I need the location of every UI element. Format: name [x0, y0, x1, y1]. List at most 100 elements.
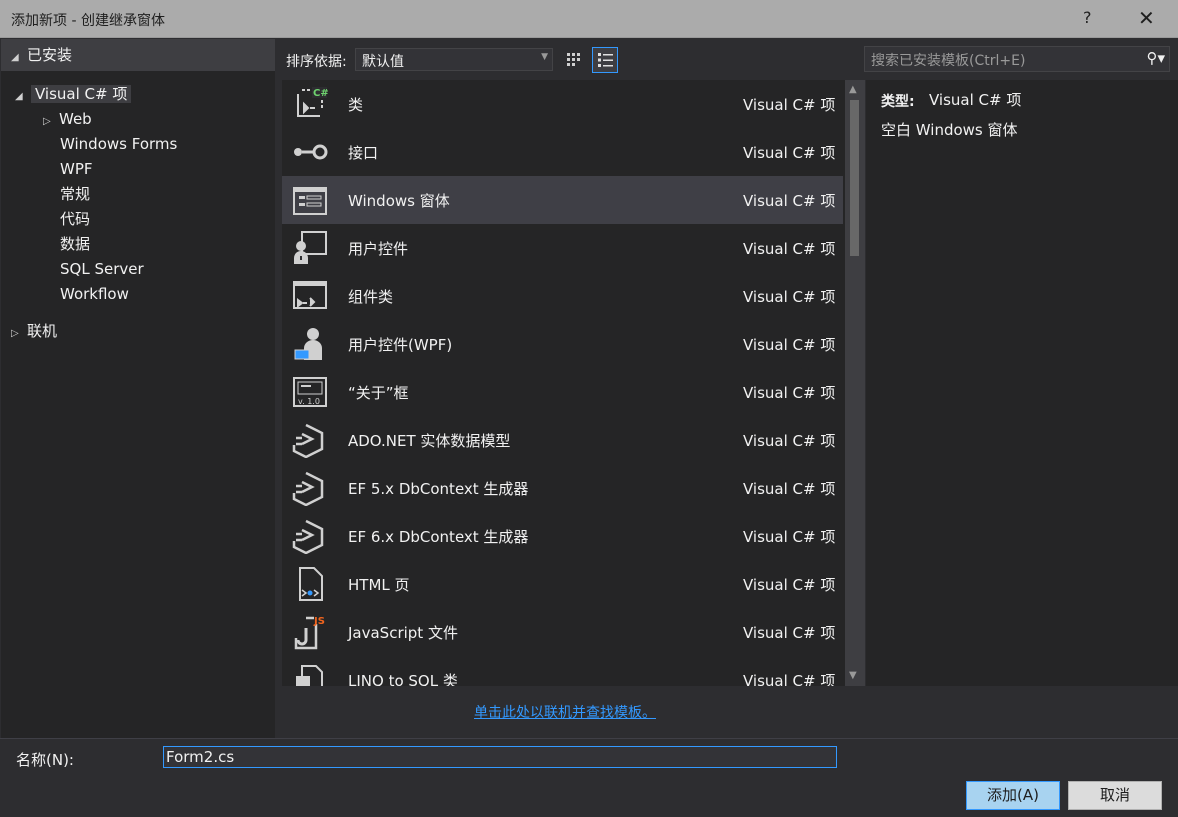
template-name: 用户控件(WPF) [348, 336, 453, 354]
small-icons-view-button[interactable] [561, 47, 587, 73]
template-item-html-page[interactable]: HTML 页 Visual C# 项 [282, 560, 843, 608]
scrollbar-thumb[interactable] [850, 100, 859, 256]
sort-dropdown[interactable]: 默认值 ▼ [355, 48, 553, 71]
template-type: Visual C# 项 [743, 480, 836, 498]
toolbar: 排序依据: 默认值 ▼ 搜索已安装模板(Ctrl+E) ⚲▾ [276, 39, 1178, 80]
name-input[interactable] [163, 746, 837, 768]
template-type: Visual C# 项 [743, 96, 836, 114]
tree-item-workflow[interactable]: Workflow [60, 282, 129, 306]
category-tree: ◢ 已安装 ◢ Visual C# 项 ▷ Web Windows Forms WPF… [1, 39, 275, 739]
search-icon[interactable]: ⚲▾ [1146, 49, 1165, 67]
search-placeholder: 搜索已安装模板(Ctrl+E) [871, 53, 1026, 69]
expanded-arrow-icon: ◢ [11, 52, 19, 63]
template-name: Windows 窗体 [348, 192, 450, 210]
tree-item-windows-forms[interactable]: Windows Forms [60, 132, 177, 156]
template-item-ado-net-data-model[interactable]: ADO.NET 实体数据模型 Visual C# 项 [282, 416, 843, 464]
template-item-user-control[interactable]: 用户控件 Visual C# 项 [282, 224, 843, 272]
type-label: 类型: [881, 94, 915, 110]
tree-item-data[interactable]: 数据 [60, 232, 90, 256]
wpf-user-control-icon [294, 328, 322, 360]
list-view-icon [598, 53, 613, 67]
template-type: Visual C# 项 [743, 528, 836, 546]
template-type: Visual C# 项 [743, 384, 836, 402]
close-button[interactable]: ✕ [1138, 6, 1155, 30]
template-name: 接口 [348, 144, 379, 162]
installed-label: 已安装 [27, 46, 73, 64]
about-box-icon: v. 1.0 [293, 377, 327, 407]
tree-item-label: Visual C# 项 [31, 85, 132, 103]
template-name: LINQ to SQL 类 [348, 672, 458, 686]
template-name: “关于”框 [348, 384, 409, 402]
svg-text:v. 1.0: v. 1.0 [298, 397, 320, 406]
template-type: Visual C# 项 [743, 576, 836, 594]
svg-text:C#: C# [313, 88, 328, 99]
title-bar: 添加新项 - 创建继承窗体 ? ✕ [0, 0, 1178, 38]
sort-label: 排序依据: [286, 54, 347, 70]
sort-value: 默认值 [362, 54, 404, 70]
details-view-button[interactable] [592, 47, 618, 73]
linq-to-sql-icon [296, 665, 323, 686]
tree-item-online[interactable]: ▷ 联机 [11, 319, 57, 343]
help-button[interactable]: ? [1083, 8, 1092, 27]
name-label: 名称(N): [16, 751, 74, 769]
class-icon: C# [297, 87, 328, 117]
scroll-down-icon[interactable]: ▼ [849, 670, 857, 681]
component-class-icon [293, 281, 327, 309]
dbcontext-icon [292, 471, 324, 506]
grid-view-icon [567, 53, 580, 66]
tree-item-label: Web [59, 110, 92, 128]
html-page-icon [299, 567, 323, 601]
bottom-bar: 名称(N): 添加(A) 取消 [0, 738, 1178, 817]
details-pane: 类型: Visual C# 项 空白 Windows 窗体 [866, 80, 1178, 686]
tree-item-web[interactable]: ▷ Web [43, 107, 92, 131]
interface-icon [294, 144, 328, 160]
javascript-file-icon: JS [294, 616, 325, 650]
template-list-scrollbar[interactable]: ▲ ▼ [845, 80, 865, 686]
template-item-component-class[interactable]: 组件类 Visual C# 项 [282, 272, 843, 320]
window-title: 添加新项 - 创建继承窗体 [11, 13, 165, 29]
template-item-wpf-user-control[interactable]: 用户控件(WPF) Visual C# 项 [282, 320, 843, 368]
template-item-windows-form[interactable]: Windows 窗体 Visual C# 项 [282, 176, 843, 224]
template-type: Visual C# 项 [743, 432, 836, 450]
chevron-down-icon: ▼ [541, 52, 548, 62]
template-type: Visual C# 项 [743, 288, 836, 306]
template-name: JavaScript 文件 [348, 624, 458, 642]
scroll-up-icon[interactable]: ▲ [849, 84, 857, 95]
template-item-linq-to-sql[interactable]: LINQ to SQL 类 Visual C# 项 [282, 656, 843, 686]
add-button[interactable]: 添加(A) [966, 781, 1060, 810]
type-value: Visual C# 项 [929, 91, 1022, 109]
template-type: Visual C# 项 [743, 624, 836, 642]
template-item-ef6-dbcontext[interactable]: EF 6.x DbContext 生成器 Visual C# 项 [282, 512, 843, 560]
template-list: C# 类 Visual C# 项 接口 Visual C# 项 Windows … [282, 80, 845, 686]
tree-item-wpf[interactable]: WPF [60, 157, 93, 181]
template-type: Visual C# 项 [743, 336, 836, 354]
template-type: Visual C# 项 [743, 672, 836, 686]
user-control-icon [294, 231, 327, 264]
template-item-javascript-file[interactable]: JS JavaScript 文件 Visual C# 项 [282, 608, 843, 656]
template-item-about-box[interactable]: v. 1.0 “关于”框 Visual C# 项 [282, 368, 843, 416]
tree-item-general[interactable]: 常规 [60, 182, 90, 206]
online-templates-link[interactable]: 单击此处以联机并查找模板。 [474, 702, 656, 722]
template-item-interface[interactable]: 接口 Visual C# 项 [282, 128, 843, 176]
data-model-icon [292, 423, 324, 458]
cancel-button[interactable]: 取消 [1068, 781, 1162, 810]
tree-item-code[interactable]: 代码 [60, 207, 90, 231]
search-input[interactable]: 搜索已安装模板(Ctrl+E) ⚲▾ [864, 46, 1170, 72]
tree-item-sql-server[interactable]: SQL Server [60, 257, 144, 281]
template-name: ADO.NET 实体数据模型 [348, 432, 511, 450]
dbcontext-icon [292, 519, 324, 554]
template-name: 用户控件 [348, 240, 409, 258]
expanded-arrow-icon: ◢ [15, 91, 23, 102]
installed-header[interactable]: ◢ 已安装 [1, 39, 275, 71]
template-name: HTML 页 [348, 576, 410, 594]
collapsed-arrow-icon: ▷ [43, 116, 51, 127]
svg-text:JS: JS [313, 616, 325, 627]
template-name: 类 [348, 96, 364, 114]
template-item-ef5-dbcontext[interactable]: EF 5.x DbContext 生成器 Visual C# 项 [282, 464, 843, 512]
tree-item-visual-csharp[interactable]: ◢ Visual C# 项 [15, 82, 132, 106]
template-item-class[interactable]: C# 类 Visual C# 项 [282, 80, 843, 128]
template-type: Visual C# 项 [743, 192, 836, 210]
template-name: EF 5.x DbContext 生成器 [348, 480, 529, 498]
template-name: EF 6.x DbContext 生成器 [348, 528, 529, 546]
collapsed-arrow-icon: ▷ [11, 328, 19, 339]
